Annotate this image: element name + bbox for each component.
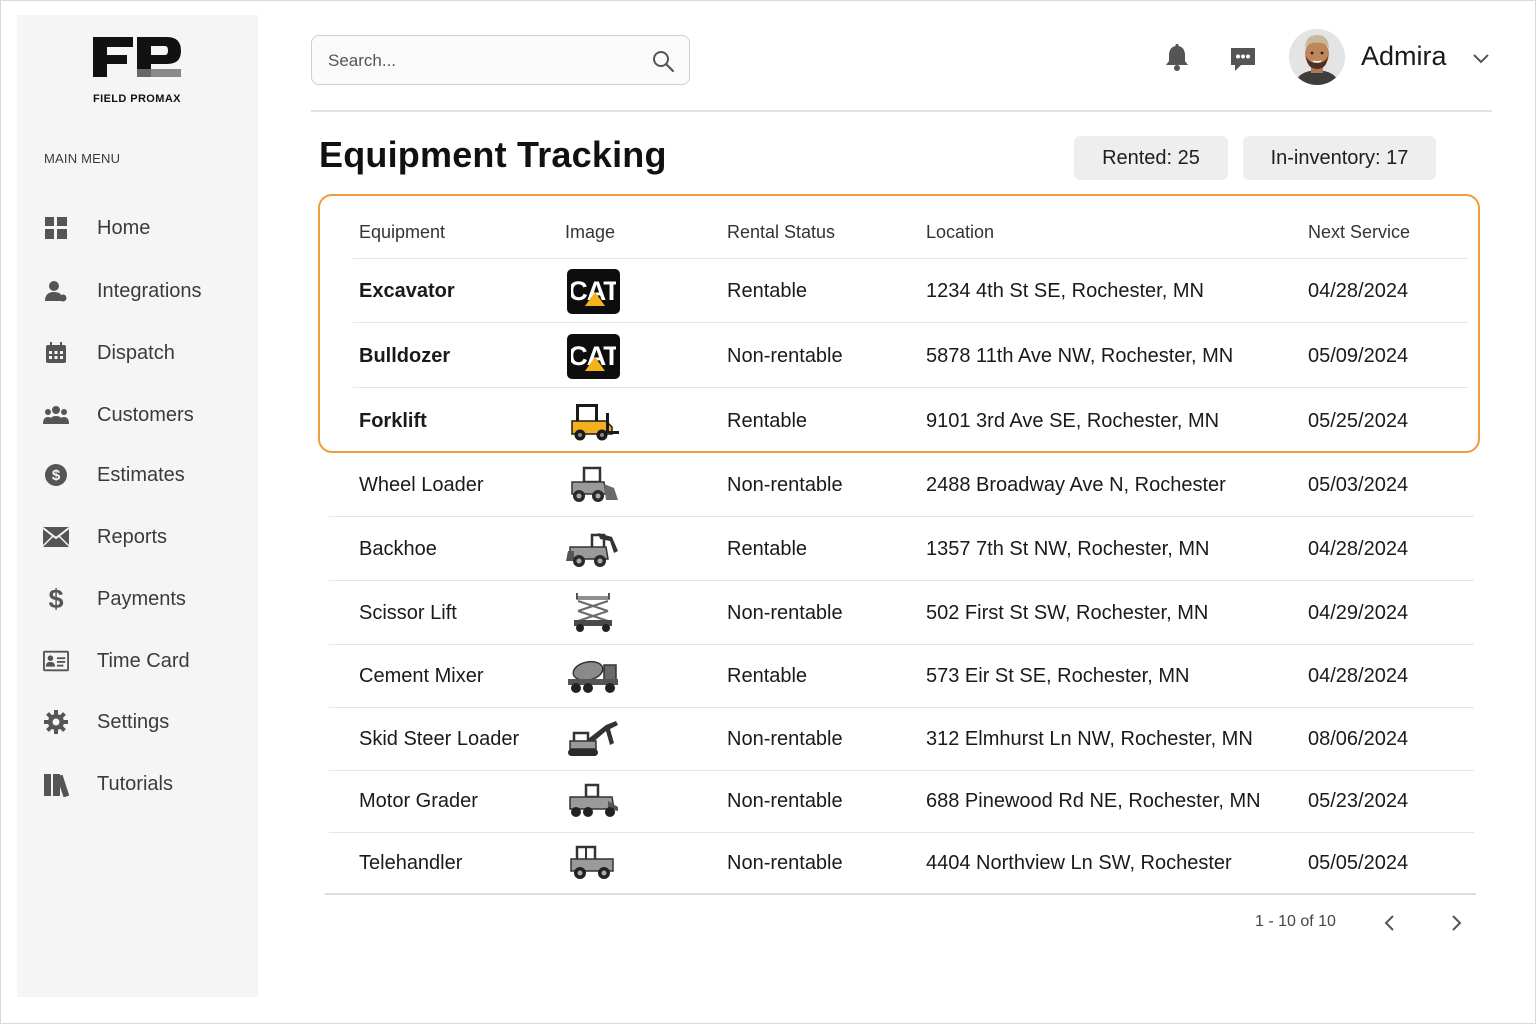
location: 2488 Broadway Ave N, Rochester (926, 473, 1226, 496)
equipment-name: Motor Grader (359, 789, 478, 812)
location: 312 Elmhurst Ln NW, Rochester, MN (926, 727, 1253, 750)
user-name[interactable]: Admira (1361, 41, 1447, 72)
inventory-count-badge[interactable]: In-inventory: 17 (1243, 136, 1436, 180)
location: 1234 4th St SE, Rochester, MN (926, 279, 1204, 302)
next-service-date: 05/23/2024 (1308, 789, 1409, 812)
next-service-date: 04/28/2024 (1308, 537, 1409, 560)
equipment-name: Skid Steer Loader (359, 727, 520, 750)
rental-status: Non-rentable (727, 789, 843, 812)
avatar[interactable] (1289, 29, 1345, 85)
forklift-icon (571, 404, 619, 441)
page-title: Equipment Tracking (319, 134, 667, 175)
equipment-name: Excavator (359, 279, 455, 302)
location: 5878 11th Ave NW, Rochester, MN (926, 344, 1234, 367)
location: 4404 Northview Ln SW, Rochester (926, 851, 1232, 874)
next-service-date: 05/09/2024 (1308, 344, 1409, 367)
column-header-image[interactable]: Image (565, 222, 615, 243)
table-row[interactable]: Telehandler Non-rentable 4404 Northview … (1, 831, 1536, 895)
rental-status: Non-rentable (727, 473, 843, 496)
scissor-lift-icon (574, 593, 612, 632)
rental-status: Rentable (727, 279, 808, 302)
rental-status: Non-rentable (727, 344, 843, 367)
location: 573 Eir St SE, Rochester, MN (926, 664, 1190, 687)
equipment-name: Telehandler (359, 851, 463, 874)
equipment-name: Cement Mixer (359, 664, 484, 687)
chat-icon[interactable] (1229, 45, 1257, 73)
location: 688 Pinewood Rd NE, Rochester, MN (926, 789, 1261, 812)
row-divider (353, 322, 1468, 323)
rental-status: Rentable (727, 664, 808, 687)
sidebar-item-label: Home (97, 216, 151, 239)
rental-status: Non-rentable (727, 601, 843, 624)
home-grid-icon (43, 215, 69, 241)
backhoe-icon (566, 533, 618, 567)
rental-status: Non-rentable (727, 727, 843, 750)
equipment-name: Backhoe (359, 537, 437, 560)
search-input[interactable] (328, 46, 638, 76)
column-header-rental-status[interactable]: Rental Status (727, 222, 835, 243)
rental-status: Rentable (727, 537, 808, 560)
table-row[interactable]: Scissor Lift Non-rentable 502 First St S… (1, 581, 1536, 645)
table-row[interactable]: Motor Grader Non-rentable 688 Pinewood R… (1, 769, 1536, 833)
column-header-location[interactable]: Location (926, 222, 994, 243)
next-service-date: 04/29/2024 (1308, 601, 1409, 624)
rental-status: Non-rentable (727, 851, 843, 874)
table-row[interactable]: Bulldozer CAT Non-rentable 5878 11th Ave… (1, 324, 1536, 388)
logo-text: FIELD PROMAX (93, 93, 181, 105)
main-menu-heading: MAIN MENU (44, 151, 121, 166)
excavator-arm-icon (568, 721, 618, 756)
motor-grader-icon (569, 783, 618, 817)
equipment-name: Bulldozer (359, 344, 451, 367)
column-header-equipment[interactable]: Equipment (359, 222, 445, 243)
telehandler-icon (570, 845, 614, 879)
next-service-date: 05/25/2024 (1308, 409, 1409, 432)
cement-mixer-icon (568, 660, 618, 693)
pagination-info: 1 - 10 of 10 (1255, 913, 1336, 930)
header-divider (311, 110, 1492, 112)
table-row[interactable]: Excavator CAT Rentable 1234 4th St SE, R… (1, 259, 1536, 323)
bell-icon[interactable] (1164, 44, 1190, 72)
chevron-right-icon[interactable] (1445, 911, 1467, 935)
chevron-left-icon[interactable] (1379, 911, 1401, 935)
table-row[interactable]: Cement Mixer Rentable 573 Eir St SE, Roc… (1, 644, 1536, 708)
table-bottom-border (325, 893, 1476, 895)
table-row[interactable]: Wheel Loader Non-rentable 2488 Broadway … (1, 453, 1536, 517)
table-row[interactable]: Skid Steer Loader Non-rentable 312 Elmhu… (1, 707, 1536, 771)
table-row[interactable]: Backhoe Rentable 1357 7th St NW, Rochest… (1, 517, 1536, 581)
location: 502 First St SW, Rochester, MN (926, 601, 1209, 624)
search-box (311, 35, 690, 85)
chevron-down-icon[interactable] (1472, 51, 1490, 65)
rental-status: Rentable (727, 409, 808, 432)
table-row[interactable]: Forklift Rentable 9101 3rd Ave SE, Roche… (1, 389, 1536, 453)
equipment-name: Scissor Lift (359, 601, 457, 624)
next-service-date: 05/03/2024 (1308, 473, 1409, 496)
next-service-date: 08/06/2024 (1308, 727, 1409, 750)
equipment-name: Forklift (359, 409, 427, 432)
search-icon[interactable] (651, 49, 675, 73)
location: 9101 3rd Ave SE, Rochester, MN (926, 409, 1220, 432)
sidebar-item-home[interactable]: Home (17, 203, 258, 253)
cat-logo-icon: CAT (566, 333, 620, 379)
row-divider (353, 387, 1468, 388)
next-service-date: 04/28/2024 (1308, 664, 1409, 687)
app-frame: FIELD PROMAX MAIN MENU Home Integrations… (0, 0, 1536, 1024)
next-service-date: 04/28/2024 (1308, 279, 1409, 302)
wheel-loader-icon (571, 466, 618, 502)
rented-count-badge[interactable]: Rented: 25 (1074, 136, 1228, 180)
column-header-next-service[interactable]: Next Service (1308, 222, 1410, 243)
equipment-name: Wheel Loader (359, 473, 484, 496)
next-service-date: 05/05/2024 (1308, 851, 1409, 874)
cat-logo-icon: CAT (566, 268, 620, 314)
location: 1357 7th St NW, Rochester, MN (926, 537, 1210, 560)
